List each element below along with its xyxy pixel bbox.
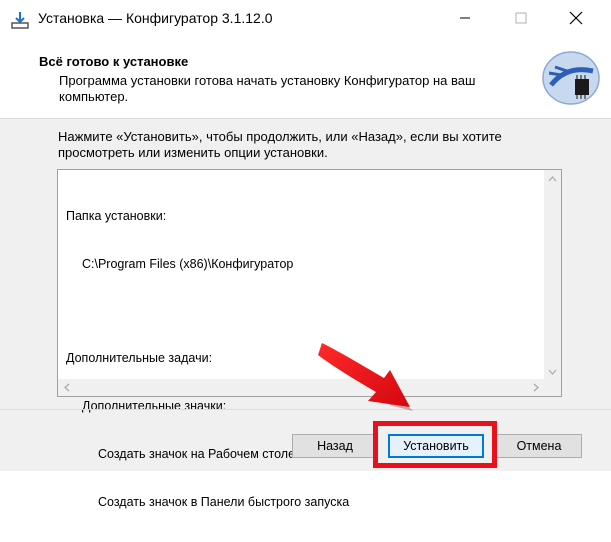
scroll-up-icon[interactable] — [544, 170, 561, 187]
horizontal-scrollbar[interactable] — [58, 379, 544, 396]
memo-folder-path: C:\Program Files (x86)\Конфигуратор — [82, 257, 294, 271]
installer-window: Установка — Конфигуратор 3.1.12.0 Всё го… — [0, 0, 611, 509]
page-title: Всё готово к установке — [39, 54, 189, 69]
memo-task-quicklaunch: Создать значок в Панели быстрого запуска — [98, 495, 350, 509]
minimize-icon — [459, 11, 471, 29]
wizard-body: Нажмите «Установить», чтобы продолжить, … — [0, 119, 611, 509]
memo-tasks-label: Дополнительные задачи: — [66, 351, 213, 365]
scroll-down-icon[interactable] — [544, 363, 561, 380]
cancel-button[interactable]: Отмена — [496, 434, 582, 458]
maximize-icon — [515, 11, 527, 29]
wizard-header: Всё готово к установке Программа установ… — [0, 40, 611, 119]
back-button[interactable]: Назад — [292, 434, 378, 458]
installer-download-icon — [10, 10, 30, 30]
minimize-button[interactable] — [442, 0, 488, 40]
scrollbar-corner — [544, 379, 561, 396]
title-bar: Установка — Конфигуратор 3.1.12.0 — [0, 0, 611, 40]
memo-spacer — [66, 304, 349, 318]
memo-folder-label: Папка установки: — [66, 209, 167, 223]
instruction-text: Нажмите «Установить», чтобы продолжить, … — [58, 129, 502, 160]
close-icon — [569, 11, 583, 30]
close-button[interactable] — [553, 0, 599, 40]
maximize-button[interactable] — [498, 0, 544, 40]
footer-divider — [0, 409, 611, 410]
setup-wizard-logo-icon — [537, 45, 603, 111]
memo-icons-label: Дополнительные значки: — [82, 399, 227, 413]
window-title: Установка — Конфигуратор 3.1.12.0 — [38, 10, 273, 26]
vertical-scrollbar[interactable] — [544, 170, 561, 380]
memo-content: Папка установки: C:\Program Files (x86)\… — [66, 176, 349, 542]
install-highlight-box — [373, 421, 497, 468]
scroll-right-icon[interactable] — [527, 379, 544, 396]
page-subtitle: Программа установки готова начать устано… — [59, 73, 476, 104]
ready-memo[interactable]: Папка установки: C:\Program Files (x86)\… — [57, 169, 562, 509]
scroll-left-icon[interactable] — [58, 379, 75, 396]
